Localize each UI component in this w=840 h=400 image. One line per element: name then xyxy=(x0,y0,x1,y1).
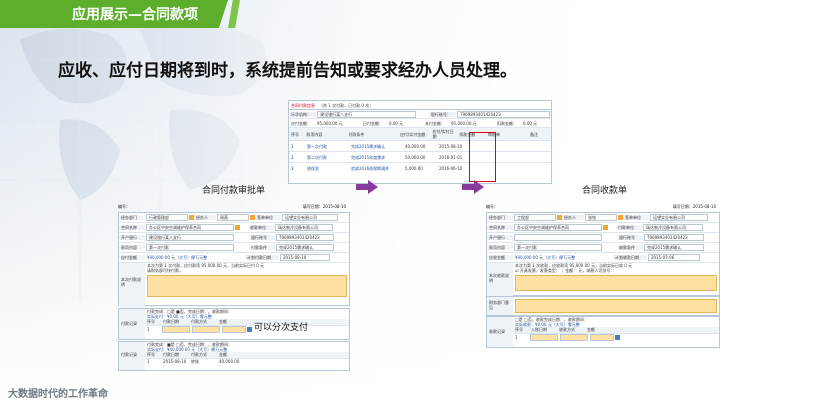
arrow-right-icon xyxy=(462,180,484,194)
unpaid-amount-value: 95,000.00 元 xyxy=(451,120,477,126)
sign-unit-field[interactable]: 运望实业有限公司 xyxy=(282,214,338,221)
plan-date-field[interactable]: 2015-07-06 xyxy=(648,254,700,261)
payer-unit-field[interactable]: 瑞达制冷设备有限公司 xyxy=(643,224,703,231)
add-row-icon[interactable] xyxy=(247,327,252,332)
sign-unit-field[interactable]: 运望实业有限公司 xyxy=(650,214,708,221)
handler-dept-field[interactable]: 工程部 xyxy=(514,214,556,221)
form-number-label: 编号： xyxy=(118,204,130,209)
record-method-field[interactable] xyxy=(560,334,588,341)
paid-amount-label: 已付金额： xyxy=(363,120,383,126)
picker-icon[interactable] xyxy=(235,225,240,230)
unpaid-amount-label: 未付金额： xyxy=(425,120,445,126)
slide-headline: 应收、应付日期将到时，系统提前告知或要求经办人员处理。 xyxy=(58,61,517,81)
arrow-right-icon xyxy=(356,180,378,194)
bank-field[interactable] xyxy=(514,234,602,241)
table-row: 1 第一次付款 完成2015需求确认 40,000.00 2015-08-10 xyxy=(289,141,551,152)
handler-field[interactable]: 张铭 xyxy=(585,214,617,221)
date-column-highlight xyxy=(469,132,496,182)
tab-summary: （合 1 次付款，已付款 0 次） xyxy=(319,102,374,108)
tab-payment-info[interactable]: 合同付款信息 xyxy=(289,103,317,108)
account-field[interactable]: 7969893401420423 xyxy=(457,110,550,118)
account-field[interactable]: 7969893401420423 xyxy=(276,234,334,241)
record-amount-field[interactable] xyxy=(590,334,614,341)
footer-logo: 大数据时代的工作革命 xyxy=(8,389,108,400)
condition-field[interactable]: 完成2015需求确认 xyxy=(276,244,334,251)
form-number-label: 编号： xyxy=(486,204,498,209)
fill-date: 填写日期：2015-08-10 xyxy=(672,204,716,209)
payee-unit-field[interactable]: 瑞达制冷设备有限公司 xyxy=(275,224,333,231)
add-row-icon[interactable] xyxy=(615,335,620,340)
payee-label: 乐华机构： xyxy=(289,111,317,117)
table-row: 1 2015-08-10 转账 40,000.00 xyxy=(147,359,240,364)
table-row: 2 第二次付款 完成2015年度需求 50,000.00 2016-01-01 xyxy=(289,152,551,163)
table-row: 3 质保金 验收2016质保期满并 5,000.00 2016-06-10 xyxy=(291,165,463,171)
amount-value: ¥40,000.00 元（大写）肆万元整 xyxy=(515,255,576,260)
contract-field[interactable]: 办公区中央空调维护保养合同 xyxy=(514,224,602,231)
handler-dept-field[interactable]: 行政管理部 xyxy=(146,214,188,221)
due-amount-value: 95,000.00 元 xyxy=(317,120,343,126)
record-date-field[interactable] xyxy=(530,334,558,341)
description-textarea[interactable] xyxy=(147,275,347,297)
record-amount-field[interactable] xyxy=(222,326,246,333)
account-label: 银行账号： xyxy=(428,111,457,117)
contract-field[interactable]: 办公区中央空调维护保养合同 xyxy=(146,224,234,231)
description-line: ☑ 开具发票，发票类型： ；金额： 元，纳税人识别号： xyxy=(515,268,615,273)
picker-icon[interactable] xyxy=(603,225,608,230)
contract-payment-info-panel: 合同付款信息 （合 1 次付款，已付款 0 次） 乐华机构： 建设银行某八支行 … xyxy=(288,100,552,184)
condition-field[interactable]: 完成2015需求确认 xyxy=(644,244,704,251)
fill-date: 填写日期：2015-08-10 xyxy=(302,204,346,209)
installment-note: 可以分次支付 xyxy=(254,323,309,333)
deduct-amount-value: 0.00 元 xyxy=(523,120,538,126)
due-amount-label: 应付金额： xyxy=(291,120,311,126)
plan-date-field[interactable]: 2015-08-10 xyxy=(280,254,330,261)
handler-field[interactable]: 周燕 xyxy=(217,214,249,221)
collection-form: 编号： 填写日期：2015-08-10 经办部门 工程部 经办人 张铭 签单单位… xyxy=(486,200,720,348)
bank-field[interactable]: 建设银行某八支行 xyxy=(146,234,234,241)
description-textarea[interactable] xyxy=(515,275,717,291)
amount-value: ¥40,000.00 元（大写）肆万元整 xyxy=(147,255,208,260)
payment-approval-form: 编号： 填写日期：2015-08-10 经办部门 行政管理部 经办人 周燕 签单… xyxy=(118,200,350,371)
payment-table-header: 序号 款项内容 付款条件 应付/实付金额 应付/实付日期 扣款金额 审批单 备注 xyxy=(289,128,551,141)
item-field[interactable]: 第一次付款 xyxy=(146,244,234,251)
record-method-field[interactable] xyxy=(192,326,220,333)
section-title: 应用展示—合同款项 xyxy=(72,7,198,23)
left-form-caption: 合同付款审批单 xyxy=(202,186,266,196)
description-line: 请财务部尽快付款。 xyxy=(147,268,183,273)
finance-opinion-textarea[interactable] xyxy=(515,299,717,313)
right-form-caption: 合同收款单 xyxy=(582,186,628,196)
record-date-field[interactable] xyxy=(162,326,190,333)
item-field[interactable]: 第一次付款 xyxy=(514,244,602,251)
deduct-amount-label: 扣款金额： xyxy=(497,120,517,126)
account-field[interactable]: 7969893401420423 xyxy=(644,234,704,241)
paid-amount-value: 0.00 元 xyxy=(389,120,404,126)
payee-field[interactable]: 建设银行某八支行 xyxy=(317,110,416,118)
